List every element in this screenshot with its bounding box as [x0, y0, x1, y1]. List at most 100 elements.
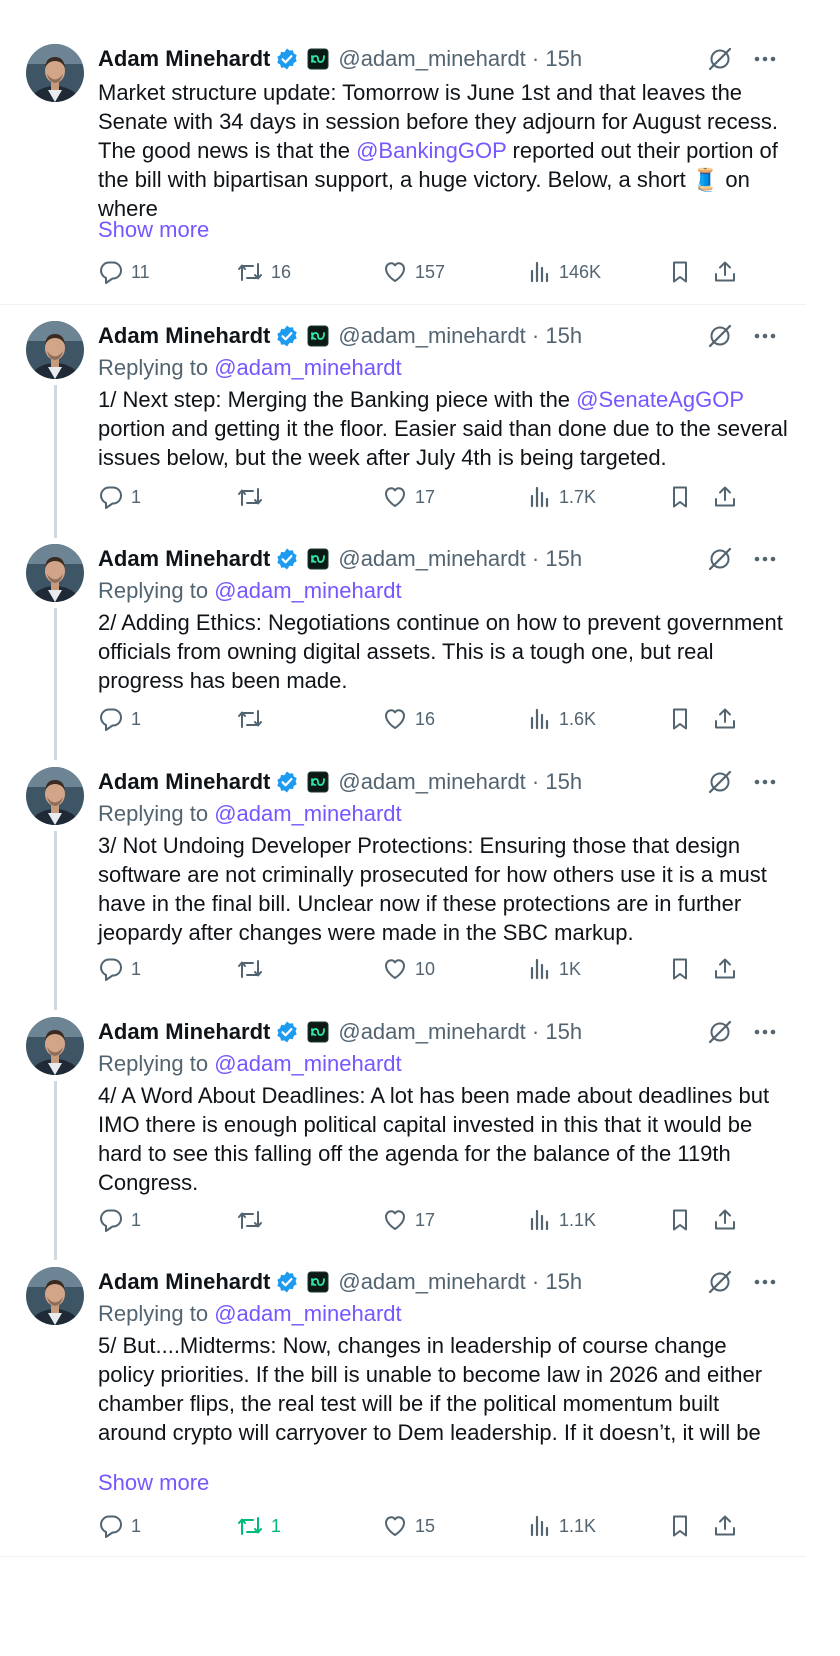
like-button[interactable]: 15 [382, 1513, 435, 1539]
avatar[interactable] [26, 321, 84, 379]
affiliate-badge-icon[interactable] [307, 548, 329, 570]
repost-icon [236, 1207, 264, 1233]
views-button[interactable]: 1K [528, 956, 581, 982]
repost-button[interactable] [236, 484, 271, 510]
like-button[interactable]: 157 [382, 259, 445, 285]
like-button[interactable]: 16 [382, 706, 435, 732]
avatar[interactable] [26, 767, 84, 825]
verified-badge-icon[interactable] [275, 324, 299, 348]
show-more-link[interactable]: Show more [98, 217, 209, 243]
share-button[interactable] [712, 1207, 738, 1233]
affiliate-badge-icon[interactable] [307, 771, 329, 793]
repost-button[interactable] [236, 706, 271, 732]
reply-icon [98, 706, 124, 732]
author-handle[interactable]: @adam_minehardt [338, 1269, 525, 1294]
mention-link[interactable]: @BankingGOP [356, 138, 506, 163]
views-button[interactable]: 1.1K [528, 1513, 596, 1539]
reply-button[interactable]: 1 [98, 1513, 141, 1539]
bookmark-button[interactable] [668, 1207, 692, 1233]
views-button[interactable]: 1.7K [528, 484, 596, 510]
affiliate-badge-icon[interactable] [307, 1271, 329, 1293]
repost-button[interactable]: 16 [236, 259, 291, 285]
bookmark-button[interactable] [668, 484, 692, 510]
views-count: 1.7K [559, 486, 597, 507]
reply-button[interactable]: 1 [98, 484, 141, 510]
reply-button[interactable]: 1 [98, 1207, 141, 1233]
bookmark-button[interactable] [668, 956, 692, 982]
post-time[interactable]: 15h [545, 769, 582, 794]
post-action-bar: 1 17 1.1K [98, 1207, 788, 1237]
reply-button[interactable]: 11 [98, 259, 150, 285]
more-icon[interactable] [752, 769, 778, 800]
share-button[interactable] [712, 1513, 738, 1539]
like-button[interactable]: 10 [382, 956, 435, 982]
author-name[interactable]: Adam Minehardt [98, 1019, 270, 1045]
post-time[interactable]: 15h [545, 323, 582, 348]
more-icon[interactable] [752, 546, 778, 577]
author-handle[interactable]: @adam_minehardt [338, 323, 525, 348]
share-button[interactable] [712, 259, 738, 285]
author-handle[interactable]: @adam_minehardt [338, 46, 525, 71]
like-button[interactable]: 17 [382, 1207, 435, 1233]
author-name[interactable]: Adam Minehardt [98, 1269, 270, 1295]
grok-icon[interactable] [707, 1269, 733, 1300]
share-button[interactable] [712, 706, 738, 732]
share-button[interactable] [712, 484, 738, 510]
post-time[interactable]: 15h [545, 546, 582, 571]
author-handle[interactable]: @adam_minehardt [338, 546, 525, 571]
bookmark-button[interactable] [668, 1513, 692, 1539]
replying-to-mention[interactable]: @adam_minehardt [214, 355, 401, 380]
reply-button[interactable]: 1 [98, 956, 141, 982]
like-button[interactable]: 17 [382, 484, 435, 510]
verified-badge-icon[interactable] [275, 47, 299, 71]
grok-icon[interactable] [707, 769, 733, 800]
avatar[interactable] [26, 544, 84, 602]
replying-to-mention[interactable]: @adam_minehardt [214, 1301, 401, 1326]
replying-to-mention[interactable]: @adam_minehardt [214, 801, 401, 826]
post-time[interactable]: 15h [545, 1269, 582, 1294]
affiliate-badge-icon[interactable] [307, 48, 329, 70]
author-handle[interactable]: @adam_minehardt [338, 769, 525, 794]
affiliate-badge-icon[interactable] [307, 1021, 329, 1043]
reply-button[interactable]: 1 [98, 706, 141, 732]
affiliate-badge-icon[interactable] [307, 325, 329, 347]
avatar[interactable] [26, 44, 84, 102]
views-button[interactable]: 1.1K [528, 1207, 596, 1233]
show-more-link[interactable]: Show more [98, 1470, 209, 1496]
verified-badge-icon[interactable] [275, 770, 299, 794]
bookmark-button[interactable] [668, 706, 692, 732]
author-name[interactable]: Adam Minehardt [98, 546, 270, 572]
more-icon[interactable] [752, 1019, 778, 1050]
grok-icon[interactable] [707, 323, 733, 354]
share-icon [712, 956, 738, 982]
repost-button[interactable] [236, 956, 271, 982]
post-time[interactable]: 15h [545, 46, 582, 71]
reply-count: 1 [131, 1515, 142, 1536]
more-icon[interactable] [752, 1269, 778, 1300]
avatar[interactable] [26, 1017, 84, 1075]
repost-button[interactable]: 1 [236, 1513, 281, 1539]
more-icon[interactable] [752, 323, 778, 354]
author-name[interactable]: Adam Minehardt [98, 769, 270, 795]
grok-icon[interactable] [707, 546, 733, 577]
verified-badge-icon[interactable] [275, 1270, 299, 1294]
views-button[interactable]: 146K [528, 259, 601, 285]
mention-link[interactable]: @SenateAgGOP [576, 387, 743, 412]
author-name[interactable]: Adam Minehardt [98, 323, 270, 349]
more-icon[interactable] [752, 46, 778, 77]
bookmark-button[interactable] [668, 259, 692, 285]
post-time[interactable]: 15h [545, 1019, 582, 1044]
views-button[interactable]: 1.6K [528, 706, 596, 732]
separator-dot: · [525, 1269, 546, 1294]
avatar[interactable] [26, 1267, 84, 1325]
repost-button[interactable] [236, 1207, 271, 1233]
author-name[interactable]: Adam Minehardt [98, 46, 270, 72]
grok-icon[interactable] [707, 46, 733, 77]
verified-badge-icon[interactable] [275, 1020, 299, 1044]
share-button[interactable] [712, 956, 738, 982]
replying-to-mention[interactable]: @adam_minehardt [214, 1051, 401, 1076]
author-handle[interactable]: @adam_minehardt [338, 1019, 525, 1044]
replying-to-mention[interactable]: @adam_minehardt [214, 578, 401, 603]
grok-icon[interactable] [707, 1019, 733, 1050]
verified-badge-icon[interactable] [275, 547, 299, 571]
